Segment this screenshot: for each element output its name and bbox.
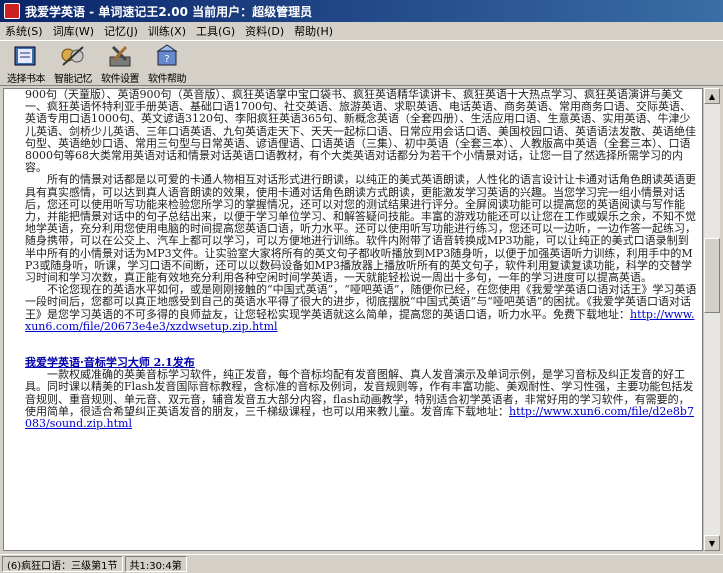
content-text: 900句（天童版）、英语900句（英音版）、疯狂英语掌中宝口袋书、疯狂英语精华读…	[25, 89, 697, 430]
menu-system[interactable]: 系统(S)	[0, 23, 48, 39]
menu-wordbank[interactable]: 词库(W)	[48, 23, 99, 39]
paragraph-phonetics: 一款权威准确的英美音标学习软件，纯正发音，每个音标均配有发音图解、真人发音演示及…	[25, 369, 697, 430]
menu-training[interactable]: 训练(X)	[143, 23, 191, 39]
svg-text:?: ?	[164, 54, 169, 65]
menu-materials[interactable]: 资料(D)	[240, 23, 289, 39]
smart-memory-label: 智能记忆	[54, 74, 93, 85]
app-icon[interactable]	[4, 3, 20, 19]
window-title: 我爱学英语 - 单词速记王2.00 当前用户：超级管理员	[25, 4, 313, 19]
paragraph-summary: 不论您现在的英语水平如何，或是刚刚接触的“中国式英语”，“哑吧英语”，随便你已经…	[25, 284, 697, 333]
status-bar: (6)疯狂口语：三级第1节 共1:30:4第	[0, 554, 723, 573]
settings-button[interactable]: 软件设置	[97, 41, 143, 85]
menu-bar: 系统(S) 词库(W) 记忆(J) 训练(X) 工具(G) 资料(D) 帮助(H…	[0, 22, 723, 40]
smart-memory-button[interactable]: 智能记忆	[50, 41, 96, 85]
paragraph-course-list: 900句（天童版）、英语900句（英音版）、疯狂英语掌中宝口袋书、疯狂英语精华读…	[25, 88, 696, 175]
select-book-button[interactable]: 选择书本	[3, 41, 49, 85]
help-button[interactable]: ? 软件帮助	[144, 41, 190, 85]
tools-icon	[109, 45, 131, 67]
menu-help[interactable]: 帮助(H)	[289, 23, 338, 39]
content-pane[interactable]: 900句（天童版）、英语900句（英音版）、疯狂英语掌中宝口袋书、疯狂英语精华读…	[3, 88, 703, 551]
title-bar: 我爱学英语 - 单词速记王2.00 当前用户：超级管理员	[0, 0, 723, 22]
scroll-down-button[interactable]: ▼	[704, 535, 720, 551]
settings-label: 软件设置	[101, 74, 140, 85]
status-count: 共1:30:4第	[124, 556, 187, 572]
paragraph-features: 所有的情景对话都是以可爱的卡通人物相互对话形式进行朗读，以纯正的美式英语朗读，人…	[25, 173, 696, 285]
menu-tools[interactable]: 工具(G)	[191, 23, 240, 39]
toolbar: 选择书本 智能记忆 软件设置 ? 软件帮助	[0, 40, 723, 86]
summary-text: 不论您现在的英语水平如何，或是刚刚接触的“中国式英语”，“哑吧英语”，随便你已经…	[25, 283, 697, 321]
scroll-up-button[interactable]: ▲	[704, 88, 720, 104]
status-lesson: (6)疯狂口语：三级第1节	[2, 556, 123, 572]
help-label: 软件帮助	[148, 74, 187, 85]
select-book-label: 选择书本	[7, 74, 46, 85]
help-icon: ?	[156, 44, 178, 66]
book-icon	[14, 46, 36, 66]
brain-icon	[61, 46, 84, 66]
vertical-scrollbar[interactable]: ▲ ▼	[703, 88, 720, 551]
scroll-thumb[interactable]	[704, 238, 720, 313]
menu-memory[interactable]: 记忆(J)	[99, 23, 143, 39]
